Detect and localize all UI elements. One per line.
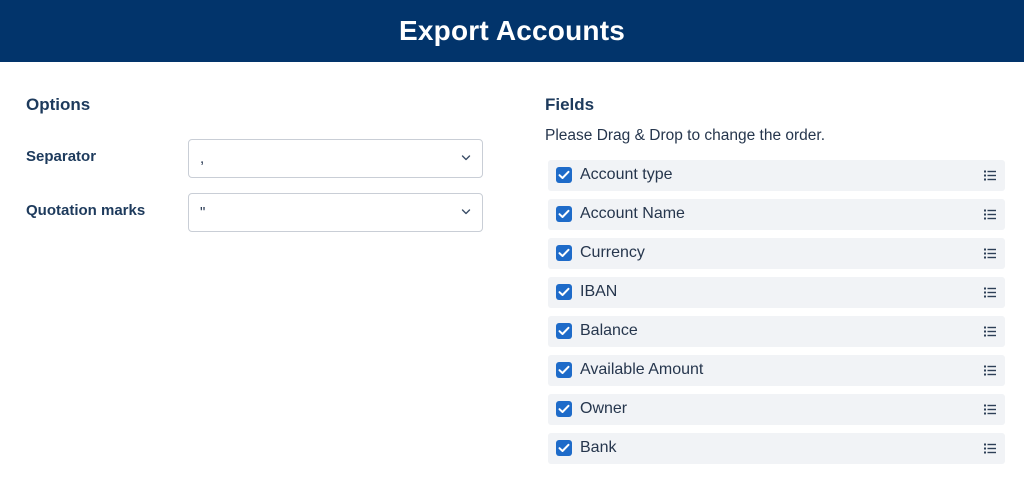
- field-checkbox[interactable]: [556, 362, 572, 378]
- drag-handle-icon[interactable]: [984, 326, 996, 337]
- field-row-owner[interactable]: Owner: [548, 394, 1005, 425]
- drag-handle-icon[interactable]: [984, 443, 996, 454]
- field-row-account-name[interactable]: Account Name: [548, 199, 1005, 230]
- field-checkbox[interactable]: [556, 167, 572, 183]
- drag-handle-icon[interactable]: [984, 170, 996, 181]
- field-label: Available Amount: [580, 361, 704, 378]
- checkmark-icon: [558, 326, 570, 335]
- field-label: Bank: [580, 439, 617, 456]
- field-row-iban[interactable]: IBAN: [548, 277, 1005, 308]
- fields-title: Fields: [545, 95, 595, 114]
- checkmark-icon: [558, 209, 570, 218]
- checkmark-icon: [558, 170, 570, 179]
- field-row-account-type[interactable]: Account type: [548, 160, 1005, 191]
- field-label: Balance: [580, 322, 638, 339]
- drag-handle-icon[interactable]: [984, 287, 996, 298]
- checkmark-icon: [558, 365, 570, 374]
- separator-select[interactable]: ,: [188, 139, 483, 178]
- checkmark-icon: [558, 287, 570, 296]
- field-row-balance[interactable]: Balance: [548, 316, 1005, 347]
- field-checkbox[interactable]: [556, 323, 572, 339]
- page-header: Export Accounts: [0, 0, 1024, 62]
- field-checkbox[interactable]: [556, 245, 572, 261]
- field-label: Account type: [580, 166, 673, 183]
- field-checkbox[interactable]: [556, 206, 572, 222]
- field-row-currency[interactable]: Currency: [548, 238, 1005, 269]
- checkmark-icon: [558, 404, 570, 413]
- separator-label: Separator: [26, 148, 97, 165]
- checkmark-icon: [558, 443, 570, 452]
- checkmark-icon: [558, 248, 570, 257]
- field-checkbox[interactable]: [556, 401, 572, 417]
- options-title: Options: [26, 95, 91, 114]
- field-checkbox[interactable]: [556, 440, 572, 456]
- drag-handle-icon[interactable]: [984, 248, 996, 259]
- drag-handle-icon[interactable]: [984, 365, 996, 376]
- chevron-down-icon: [461, 209, 471, 215]
- drag-handle-icon[interactable]: [984, 404, 996, 415]
- separator-value: ,: [200, 150, 205, 167]
- quotation-marks-label: Quotation marks: [26, 202, 146, 219]
- quotation-marks-value: ": [200, 204, 206, 221]
- field-checkbox[interactable]: [556, 284, 572, 300]
- field-row-bank[interactable]: Bank: [548, 433, 1005, 464]
- field-row-available-amount[interactable]: Available Amount: [548, 355, 1005, 386]
- quotation-marks-select[interactable]: ": [188, 193, 483, 232]
- field-label: Currency: [580, 244, 645, 261]
- chevron-down-icon: [461, 155, 471, 161]
- field-label: IBAN: [580, 283, 618, 300]
- field-label: Account Name: [580, 205, 685, 222]
- field-label: Owner: [580, 400, 628, 417]
- drag-drop-hint: Please Drag & Drop to change the order.: [545, 127, 826, 144]
- drag-handle-icon[interactable]: [984, 209, 996, 220]
- page-title: Export Accounts: [399, 15, 625, 46]
